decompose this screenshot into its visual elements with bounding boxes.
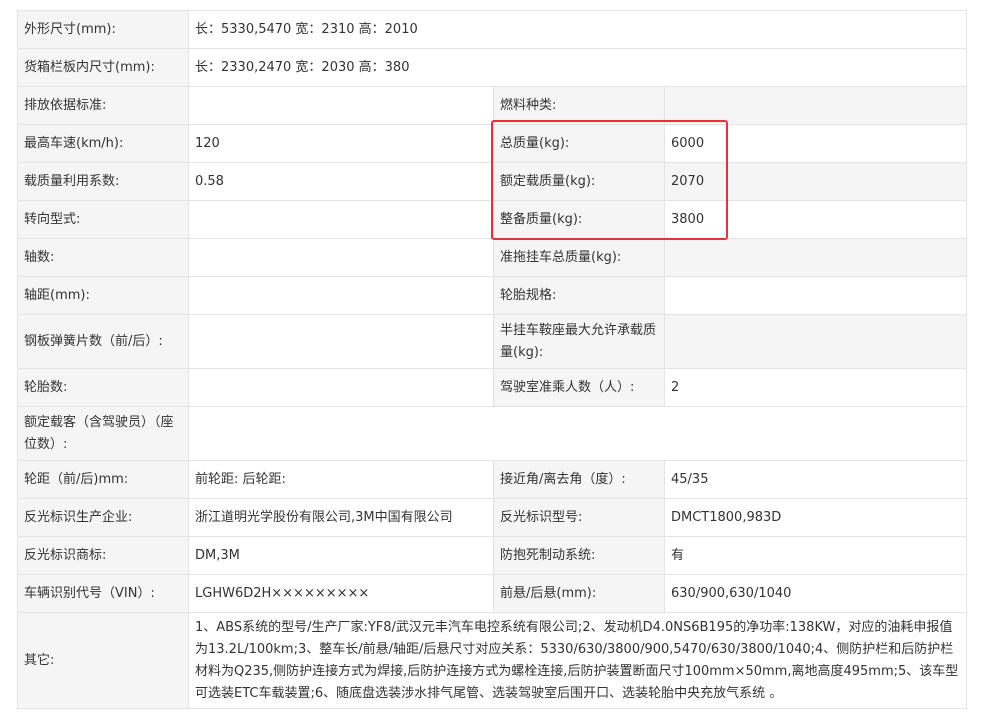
value-other-notes: 1、ABS系统的型号/生产厂家:YF8/武汉元丰汽车电控系统有限公司;2、发动机…: [188, 612, 967, 709]
label-track-width: 轮距（前/后)mm:: [17, 460, 189, 499]
label-load-utilization: 载质量利用系数:: [17, 162, 189, 201]
label-wheelbase: 轴距(mm):: [17, 276, 189, 315]
label-reflector-model: 反光标识型号:: [493, 498, 665, 537]
label-other: 其它:: [17, 612, 189, 709]
label-cab-capacity: 驾驶室准乘人数（人）:: [493, 368, 665, 407]
spec-row: 转向型式: 整备质量(kg): 3800: [17, 200, 967, 239]
value-axle-count: [188, 238, 494, 277]
label-approach-departure-angle: 接近角/离去角（度）:: [493, 460, 665, 499]
value-cab-capacity: 2: [664, 368, 967, 407]
spec-row-other: 其它: 1、ABS系统的型号/生产厂家:YF8/武汉元丰汽车电控系统有限公司;2…: [17, 612, 967, 709]
value-leaf-spring-count: [188, 314, 494, 369]
label-rated-load: 额定载质量(kg):: [493, 162, 665, 201]
spec-row: 轴数: 准拖挂车总质量(kg):: [17, 238, 967, 277]
value-load-utilization: 0.58: [188, 162, 494, 201]
label-tire-spec: 轮胎规格:: [493, 276, 665, 315]
value-vin: LGHW6D2H×××××××××: [188, 574, 494, 613]
label-curb-mass: 整备质量(kg):: [493, 200, 665, 239]
spec-row: 车辆识别代号（VIN）: LGHW6D2H××××××××× 前悬/后悬(mm)…: [17, 574, 967, 613]
value-gross-mass: 6000: [664, 124, 967, 163]
spec-row: 最高车速(km/h): 120 总质量(kg): 6000: [17, 124, 967, 163]
label-vin: 车辆识别代号（VIN）:: [17, 574, 189, 613]
label-leaf-spring-count: 钢板弹簧片数（前/后）:: [17, 314, 189, 369]
value-approach-departure-angle: 45/35: [664, 460, 967, 499]
spec-row: 反光标识商标: DM,3M 防抱死制动系统: 有: [17, 536, 967, 575]
value-fuel-type: [664, 86, 967, 125]
label-overall-dimensions: 外形尺寸(mm):: [17, 10, 189, 49]
value-abs: 有: [664, 536, 967, 575]
spec-row-cargo-dimensions: 货箱栏板内尺寸(mm): 长：2330,2470 宽：2030 高：380: [17, 48, 967, 87]
label-front-rear-overhang: 前悬/后悬(mm):: [493, 574, 665, 613]
value-tire-spec: [664, 276, 967, 315]
label-max-speed: 最高车速(km/h):: [17, 124, 189, 163]
label-gross-mass: 总质量(kg):: [493, 124, 665, 163]
spec-row-dimensions: 外形尺寸(mm): 长：5330,5470 宽：2310 高：2010: [17, 10, 967, 49]
spec-row: 钢板弹簧片数（前/后）: 半挂车鞍座最大允许承载质量(kg):: [17, 314, 967, 369]
label-trailer-gross-mass: 准拖挂车总质量(kg):: [493, 238, 665, 277]
spec-row: 额定载客（含驾驶员）（座位数）:: [17, 406, 967, 461]
label-reflector-brand: 反光标识商标:: [17, 536, 189, 575]
value-track-width: 前轮距: 后轮距:: [188, 460, 494, 499]
value-max-speed: 120: [188, 124, 494, 163]
value-rated-load: 2070: [664, 162, 967, 201]
label-cargo-box-dimensions: 货箱栏板内尺寸(mm):: [17, 48, 189, 87]
label-saddle-max-load: 半挂车鞍座最大允许承载质量(kg):: [493, 314, 665, 369]
value-trailer-gross-mass: [664, 238, 967, 277]
label-tire-count: 轮胎数:: [17, 368, 189, 407]
spec-row: 载质量利用系数: 0.58 额定载质量(kg): 2070: [17, 162, 967, 201]
value-wheelbase: [188, 276, 494, 315]
label-abs: 防抱死制动系统:: [493, 536, 665, 575]
value-curb-mass: 3800: [664, 200, 967, 239]
value-steering-type: [188, 200, 494, 239]
value-reflector-model: DMCT1800,983D: [664, 498, 967, 537]
value-rated-passengers: [188, 406, 967, 461]
label-axle-count: 轴数:: [17, 238, 189, 277]
spec-row: 反光标识生产企业: 浙江道明光学股份有限公司,3M中国有限公司 反光标识型号: …: [17, 498, 967, 537]
spec-row: 轮胎数: 驾驶室准乘人数（人）: 2: [17, 368, 967, 407]
label-rated-passengers: 额定载客（含驾驶员）（座位数）:: [17, 406, 189, 461]
spec-row: 轴距(mm): 轮胎规格:: [17, 276, 967, 315]
value-saddle-max-load: [664, 314, 967, 369]
value-emission-standard: [188, 86, 494, 125]
spec-row: 轮距（前/后)mm: 前轮距: 后轮距: 接近角/离去角（度）: 45/35: [17, 460, 967, 499]
label-steering-type: 转向型式:: [17, 200, 189, 239]
label-fuel-type: 燃料种类:: [493, 86, 665, 125]
value-reflector-brand: DM,3M: [188, 536, 494, 575]
value-front-rear-overhang: 630/900,630/1040: [664, 574, 967, 613]
label-reflector-manufacturer: 反光标识生产企业:: [17, 498, 189, 537]
label-emission-standard: 排放依据标准:: [17, 86, 189, 125]
value-reflector-manufacturer: 浙江道明光学股份有限公司,3M中国有限公司: [188, 498, 494, 537]
value-tire-count: [188, 368, 494, 407]
spec-row: 排放依据标准: 燃料种类:: [17, 86, 967, 125]
value-cargo-box-dimensions: 长：2330,2470 宽：2030 高：380: [188, 48, 967, 87]
vehicle-spec-table: 外形尺寸(mm): 长：5330,5470 宽：2310 高：2010 货箱栏板…: [17, 10, 967, 709]
value-overall-dimensions: 长：5330,5470 宽：2310 高：2010: [188, 10, 967, 49]
